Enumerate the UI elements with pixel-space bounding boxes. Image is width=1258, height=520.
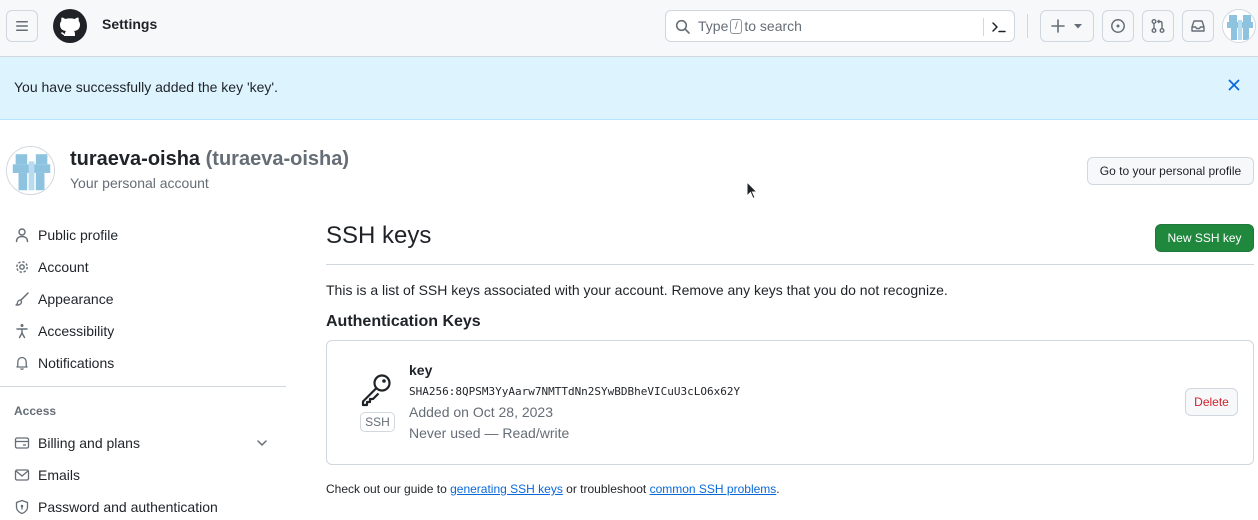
key-added-date: Added on Oct 28, 2023 — [409, 404, 553, 420]
sidebar-item-accessibility[interactable]: Accessibility — [0, 315, 286, 347]
paintbrush-icon — [15, 292, 29, 306]
create-new-button[interactable] — [1040, 10, 1094, 42]
github-logo[interactable] — [53, 9, 87, 43]
help-note-middle: or troubleshoot — [566, 482, 647, 496]
sidebar-item-billing[interactable]: Billing and plans — [0, 427, 286, 459]
help-note-suffix: . — [776, 482, 780, 496]
menu-button[interactable] — [6, 10, 38, 42]
common-ssh-problems-link[interactable]: common SSH problems — [650, 482, 777, 496]
sidebar-item-label: Account — [38, 259, 89, 275]
pull-requests-icon — [1151, 19, 1165, 33]
sidebar-item-label: Accessibility — [38, 323, 115, 339]
key-icon — [361, 374, 391, 407]
heading-divider — [326, 264, 1254, 265]
user-display-name: turaeva-oisha — [70, 148, 201, 170]
chevron-down-icon — [257, 440, 267, 446]
pull-requests-button[interactable] — [1142, 10, 1174, 42]
sidebar-item-label: Public profile — [38, 227, 119, 243]
avatar — [6, 146, 55, 195]
sidebar-item-label: Billing and plans — [38, 435, 140, 451]
header-separator — [1027, 14, 1028, 38]
delete-key-button[interactable]: Delete — [1185, 388, 1238, 416]
key-type-badge: SSH — [360, 412, 395, 432]
sidebar-item-account[interactable]: Account — [0, 251, 286, 283]
search-input[interactable]: Type / to search — [665, 10, 1015, 42]
mouse-cursor-icon — [746, 181, 759, 200]
plus-icon — [1051, 19, 1065, 33]
sidebar-item-label: Notifications — [38, 355, 115, 371]
inbox-button[interactable] — [1182, 10, 1214, 42]
generating-ssh-keys-link[interactable]: generating SSH keys — [450, 482, 563, 496]
shield-lock-icon — [15, 499, 29, 515]
issues-button[interactable] — [1102, 10, 1134, 42]
key-fingerprint: SHA256:8QPSM3YyAarw7NMTTdNn2SYwBDBheVICu… — [409, 385, 741, 398]
mail-icon — [14, 469, 30, 481]
credit-card-icon — [14, 437, 30, 449]
slash-key-hint: / — [730, 18, 743, 34]
flash-message: You have successfully added the key 'key… — [14, 79, 278, 95]
search-placeholder-prefix: Type — [698, 18, 729, 34]
section-heading: SSH keys — [326, 222, 432, 249]
sidebar-item-label: Appearance — [38, 291, 114, 307]
sidebar-item-notifications[interactable]: Notifications — [0, 347, 286, 379]
help-note: Check out our guide to generating SSH ke… — [326, 482, 780, 496]
new-ssh-key-button[interactable]: New SSH key — [1155, 224, 1254, 252]
search-icon — [675, 19, 690, 34]
issues-icon — [1111, 19, 1125, 33]
key-title: key — [409, 362, 433, 378]
search-placeholder: Type / to search — [698, 18, 802, 34]
avatar — [1223, 10, 1255, 42]
inbox-icon — [1191, 20, 1205, 32]
bell-icon — [16, 356, 28, 370]
gear-icon — [16, 261, 28, 273]
account-name: turaeva-oisha (turaeva-oisha) — [70, 148, 349, 171]
triangle-down-icon — [1074, 24, 1082, 29]
user-avatar-button[interactable] — [1222, 9, 1256, 43]
ssh-key-item: SSH key SHA256:8QPSM3YyAarw7NMTTdNn2SYwB… — [326, 340, 1254, 465]
success-flash: You have successfully added the key 'key… — [0, 57, 1258, 120]
search-divider — [983, 18, 984, 36]
section-description: This is a list of SSH keys associated wi… — [326, 282, 948, 298]
page-title: Settings — [102, 16, 158, 32]
search-placeholder-suffix: to search — [744, 18, 802, 34]
avatar-image — [7, 147, 54, 194]
subsection-heading: Authentication Keys — [326, 313, 481, 330]
sidebar-divider — [0, 386, 286, 387]
user-login: (turaeva-oisha) — [205, 148, 349, 170]
sidebar-item-label: Password and authentication — [38, 499, 218, 515]
sidebar-group-heading: Access — [14, 404, 57, 418]
sidebar-item-label: Emails — [38, 467, 81, 483]
key-usage: Never used — Read/write — [409, 425, 570, 441]
hamburger-icon — [16, 21, 28, 31]
account-subtitle: Your personal account — [70, 175, 209, 191]
help-note-prefix: Check out our guide to — [326, 482, 447, 496]
sidebar-item-appearance[interactable]: Appearance — [0, 283, 286, 315]
sidebar-item-emails[interactable]: Emails — [0, 459, 286, 491]
command-palette-icon[interactable] — [991, 19, 1007, 35]
sidebar-item-public-profile[interactable]: Public profile — [0, 219, 286, 251]
top-header: Settings Type / to search — [0, 0, 1258, 57]
accessibility-icon — [16, 324, 28, 339]
person-icon — [15, 228, 29, 243]
go-to-profile-button[interactable]: Go to your personal profile — [1087, 157, 1254, 185]
close-icon[interactable] — [1226, 77, 1242, 93]
sidebar-item-password-authentication[interactable]: Password and authentication — [0, 491, 286, 520]
